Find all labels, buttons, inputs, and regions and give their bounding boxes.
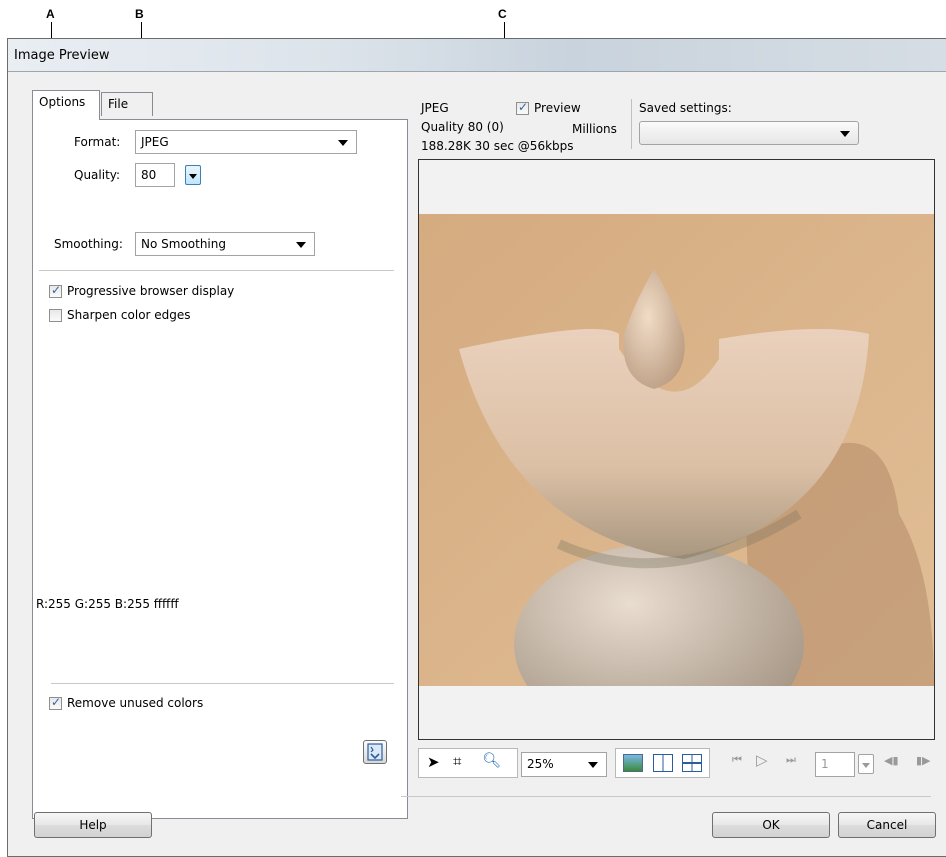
format-label: Format: — [74, 135, 121, 149]
frame-number-input[interactable]: 1 — [815, 752, 855, 777]
last-frame-icon[interactable]: ⏭ — [786, 753, 796, 767]
callout-b: B — [135, 7, 144, 21]
progressive-checkbox[interactable]: ✓ — [49, 283, 62, 298]
optimize-icon — [367, 743, 383, 761]
image-preview-dialog: Image Preview Options File Format: JPEG … — [7, 38, 946, 857]
crop-icon[interactable]: ⌗ — [453, 752, 461, 770]
preview-image — [419, 214, 934, 686]
preview-checkbox[interactable]: ✓ — [516, 100, 529, 115]
chevron-down-icon — [588, 762, 598, 768]
remove-unused-checkbox[interactable]: ✓ — [49, 695, 62, 710]
zoom-select[interactable]: 25% — [521, 752, 607, 777]
sharpen-label: Sharpen color edges — [67, 308, 191, 322]
preview-format: JPEG — [421, 101, 449, 115]
quality-input[interactable]: 80 — [135, 163, 175, 187]
title-bar[interactable]: Image Preview — [8, 39, 946, 72]
zoom-value: 25% — [527, 757, 554, 771]
tab-file-label: File — [108, 97, 129, 111]
ok-button[interactable]: OK — [712, 812, 830, 838]
quality-value: 80 — [141, 168, 157, 182]
pointer-icon[interactable]: ➤ — [427, 753, 440, 771]
prev-frame-icon[interactable]: ◀▮ — [884, 754, 899, 767]
help-button-label: Help — [79, 818, 107, 832]
preview-pane[interactable] — [418, 159, 935, 740]
tools-group: ➤ ⌗ 🔍︎ — [418, 748, 518, 778]
ok-button-label: OK — [762, 818, 780, 832]
sharpen-checkbox[interactable] — [49, 309, 62, 322]
sculpture-photo — [419, 214, 934, 686]
single-view-icon[interactable] — [623, 754, 643, 772]
remove-unused-label: Remove unused colors — [67, 696, 204, 710]
next-frame-icon[interactable]: ▮▶ — [916, 754, 931, 767]
saved-settings-label: Saved settings: — [639, 101, 732, 115]
tab-options[interactable]: Options — [32, 90, 100, 120]
progressive-label: Progressive browser display — [67, 284, 235, 298]
cancel-button-label: Cancel — [866, 818, 908, 832]
frame-number-value: 1 — [821, 757, 829, 771]
saved-settings-select[interactable] — [639, 121, 859, 145]
checkmark-icon: ✓ — [518, 100, 529, 114]
optimize-to-size-button[interactable] — [363, 740, 387, 764]
four-up-icon[interactable] — [682, 754, 702, 772]
play-icon[interactable]: ▷ — [756, 751, 768, 769]
divider — [39, 270, 394, 271]
tab-options-label: Options — [39, 95, 86, 109]
chevron-down-icon — [338, 140, 348, 146]
preview-size-time: 188.28K 30 sec @56kbps — [421, 139, 574, 153]
smoothing-label: Smoothing: — [54, 237, 123, 251]
chevron-down-icon — [189, 174, 197, 179]
window-title: Image Preview — [14, 48, 110, 63]
preview-colors: Millions — [572, 122, 617, 136]
smoothing-value: No Smoothing — [141, 237, 226, 251]
view-group — [615, 748, 710, 778]
zoom-icon[interactable]: 🔍︎ — [482, 751, 501, 769]
first-frame-icon[interactable]: ⏮ — [732, 753, 742, 767]
separator — [631, 99, 632, 149]
smoothing-select[interactable]: No Smoothing — [135, 232, 315, 256]
two-up-icon[interactable] — [653, 754, 673, 772]
checkmark-icon: ✓ — [51, 695, 62, 709]
callout-a: A — [46, 7, 55, 21]
help-button[interactable]: Help — [34, 812, 152, 838]
chevron-down-icon — [862, 763, 870, 768]
preview-label: Preview — [534, 101, 581, 115]
callout-c: C — [498, 7, 507, 21]
frame-dropdown-button[interactable] — [858, 754, 874, 774]
tab-file[interactable]: File — [101, 92, 153, 116]
quality-slider-button[interactable] — [185, 165, 201, 185]
chevron-down-icon — [296, 242, 306, 248]
checkmark-icon: ✓ — [51, 283, 62, 297]
divider — [51, 683, 394, 684]
options-panel: Format: JPEG Quality: 80 Smoothing: No S… — [32, 119, 408, 819]
color-readout: R:255 G:255 B:255 ffffff — [36, 597, 179, 611]
format-value: JPEG — [141, 135, 169, 149]
divider — [401, 796, 931, 797]
cancel-button[interactable]: Cancel — [838, 812, 936, 838]
preview-quality: Quality 80 (0) — [421, 120, 504, 134]
chevron-down-icon — [840, 131, 850, 137]
format-select[interactable]: JPEG — [135, 130, 357, 154]
quality-label: Quality: — [74, 168, 121, 182]
